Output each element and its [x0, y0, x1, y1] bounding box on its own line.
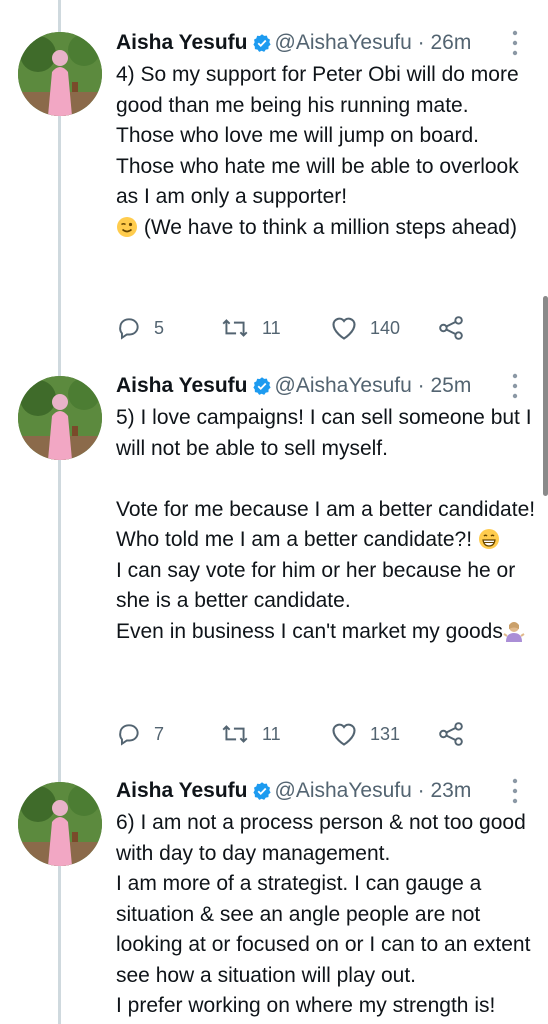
avatar[interactable] — [18, 376, 102, 460]
more-options-icon[interactable] — [512, 373, 518, 399]
more-options-icon[interactable] — [512, 778, 518, 804]
author-handle[interactable]: @AishaYesufu — [275, 374, 412, 397]
tweet-text-part: (We have to think a million steps ahead) — [138, 215, 517, 239]
like-button[interactable]: 131 — [330, 719, 400, 749]
verified-badge-icon — [252, 778, 272, 812]
scrollbar-thumb[interactable] — [543, 296, 548, 496]
avatar[interactable] — [18, 782, 102, 866]
reply-count: 5 — [154, 317, 165, 338]
author-handle[interactable]: @AishaYesufu — [275, 31, 412, 54]
wink-emoji — [117, 216, 137, 237]
heart-icon — [332, 723, 356, 746]
retweet-icon — [222, 725, 248, 743]
like-button[interactable]: 140 — [330, 313, 400, 343]
timestamp[interactable]: 26m — [431, 31, 472, 54]
tweet-header: Aisha Yesufu @AishaYesufu · 23m — [116, 774, 538, 808]
shrug-emoji — [503, 621, 525, 642]
share-icon — [439, 722, 463, 746]
heart-icon — [332, 317, 356, 340]
reply-button[interactable]: 5 — [116, 313, 164, 343]
retweet-button[interactable]: 11 — [220, 719, 281, 749]
reply-count: 7 — [154, 723, 165, 744]
author-name[interactable]: Aisha Yesufu — [116, 374, 248, 397]
tweet-header: Aisha Yesufu @AishaYesufu · 26m — [116, 26, 538, 60]
reply-button[interactable]: 7 — [116, 719, 164, 749]
retweet-count: 11 — [262, 723, 281, 744]
tweet-text: 6) I am not a process person & not too g… — [116, 811, 531, 1017]
tweet-text: 5) I love campaigns! I can sell someone … — [116, 403, 538, 647]
verified-badge-icon — [252, 373, 272, 407]
avatar[interactable] — [18, 32, 102, 116]
author-name[interactable]: Aisha Yesufu — [116, 779, 248, 802]
retweet-icon — [222, 319, 248, 337]
tweet-text-part: I can say vote for him or her because he… — [116, 558, 516, 643]
tweet-text: 4) So my support for Peter Obi will do m… — [116, 60, 538, 243]
tweet-actions: 7 11 131 — [116, 719, 536, 749]
tweet-text-part: 4) So my support for Peter Obi will do m… — [116, 63, 519, 208]
author-name[interactable]: Aisha Yesufu — [116, 31, 248, 54]
like-count: 131 — [370, 723, 401, 744]
retweet-button[interactable]: 11 — [220, 313, 281, 343]
share-button[interactable] — [438, 719, 464, 749]
share-icon — [439, 316, 463, 340]
tweet-actions: 5 11 140 — [116, 313, 536, 343]
reply-icon — [119, 318, 139, 340]
share-button[interactable] — [438, 313, 464, 343]
retweet-count: 11 — [262, 317, 281, 338]
more-options-icon[interactable] — [512, 30, 518, 56]
separator-dot: · — [417, 374, 425, 397]
separator-dot: · — [417, 31, 425, 54]
like-count: 140 — [370, 317, 401, 338]
grin-emoji — [478, 529, 499, 549]
verified-badge-icon — [252, 30, 272, 64]
timestamp[interactable]: 25m — [431, 374, 472, 397]
author-handle[interactable]: @AishaYesufu — [275, 779, 412, 802]
reply-icon — [119, 724, 139, 746]
tweet-header: Aisha Yesufu @AishaYesufu · 25m — [116, 369, 538, 403]
separator-dot: · — [417, 779, 425, 802]
timestamp[interactable]: 23m — [431, 779, 472, 802]
thread-connector-line — [58, 0, 61, 1024]
